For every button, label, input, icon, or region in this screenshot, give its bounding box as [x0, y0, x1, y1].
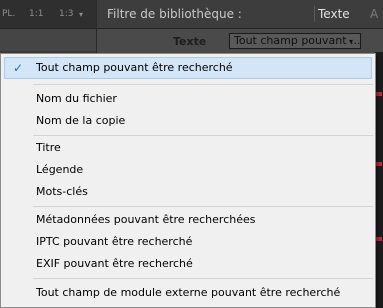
- menu-item-searchable-metadata[interactable]: Métadonnées pouvant être recherchées: [4, 209, 372, 231]
- menu-item-label: Nom du fichier: [36, 92, 117, 105]
- zoom-1-3-button[interactable]: 1:3: [59, 9, 73, 19]
- menu-item-label: Tout champ pouvant être recherché: [36, 61, 233, 74]
- menu-item-label: IPTC pouvant être recherché: [36, 235, 193, 248]
- menu-item-label: Métadonnées pouvant être recherchées: [36, 213, 256, 226]
- menu-item-any-searchable-field[interactable]: ✓ Tout champ pouvant être recherché: [4, 57, 372, 79]
- menu-separator: [33, 278, 373, 279]
- menu-item-title[interactable]: Titre: [4, 137, 372, 159]
- thumbnail-flag: [376, 162, 382, 166]
- menu-item-filename[interactable]: Nom du fichier: [4, 88, 372, 110]
- text-filter-label: Texte: [173, 35, 207, 48]
- chevron-down-icon[interactable]: ▾: [349, 37, 353, 46]
- grid-thumbnail-strip: [375, 52, 383, 308]
- menu-item-any-plugin-field[interactable]: Tout champ de module externe pouvant êtr…: [4, 282, 372, 304]
- text-filter-row: Texte Tout champ pouvant ... ▾: [97, 29, 383, 53]
- menu-item-label: EXIF pouvant être recherché: [36, 257, 193, 270]
- search-field-select[interactable]: Tout champ pouvant ...: [229, 33, 361, 49]
- zoom-fit-button[interactable]: PL.: [2, 9, 15, 19]
- menu-separator: [33, 206, 373, 207]
- checkmark-icon: ✓: [12, 61, 24, 75]
- zoom-dropdown-icon[interactable]: ▾: [79, 10, 83, 19]
- library-filter-title: Filtre de bibliothèque :: [107, 7, 242, 21]
- thumbnail-flag: [376, 92, 382, 96]
- thumbnail-flag: [376, 237, 382, 241]
- menu-item-searchable-exif[interactable]: EXIF pouvant être recherché: [4, 253, 372, 275]
- menu-item-keywords[interactable]: Mots-clés: [4, 181, 372, 203]
- menu-separator: [33, 84, 373, 85]
- menu-item-label: Titre: [36, 141, 61, 154]
- menu-item-label: Mots-clés: [36, 185, 88, 198]
- filter-tab-divider: [314, 6, 315, 22]
- zoom-bar: PL. 1:1 1:3 ▾: [0, 0, 96, 28]
- search-field-dropdown-menu: ✓ Tout champ pouvant être recherché Nom …: [0, 53, 376, 308]
- menu-item-searchable-iptc[interactable]: IPTC pouvant être recherché: [4, 231, 372, 253]
- menu-item-caption[interactable]: Légende: [4, 159, 372, 181]
- menu-item-label: Tout champ de module externe pouvant êtr…: [36, 286, 341, 299]
- menu-item-label: Nom de la copie: [36, 114, 126, 127]
- zoom-1-1-button[interactable]: 1:1: [29, 9, 43, 19]
- left-panel-body: [0, 28, 96, 51]
- menu-separator: [33, 135, 373, 136]
- menu-item-copy-name[interactable]: Nom de la copie: [4, 110, 372, 132]
- tab-next[interactable]: A: [370, 7, 378, 21]
- menu-item-label: Légende: [36, 163, 84, 176]
- tab-texte[interactable]: Texte: [318, 7, 350, 21]
